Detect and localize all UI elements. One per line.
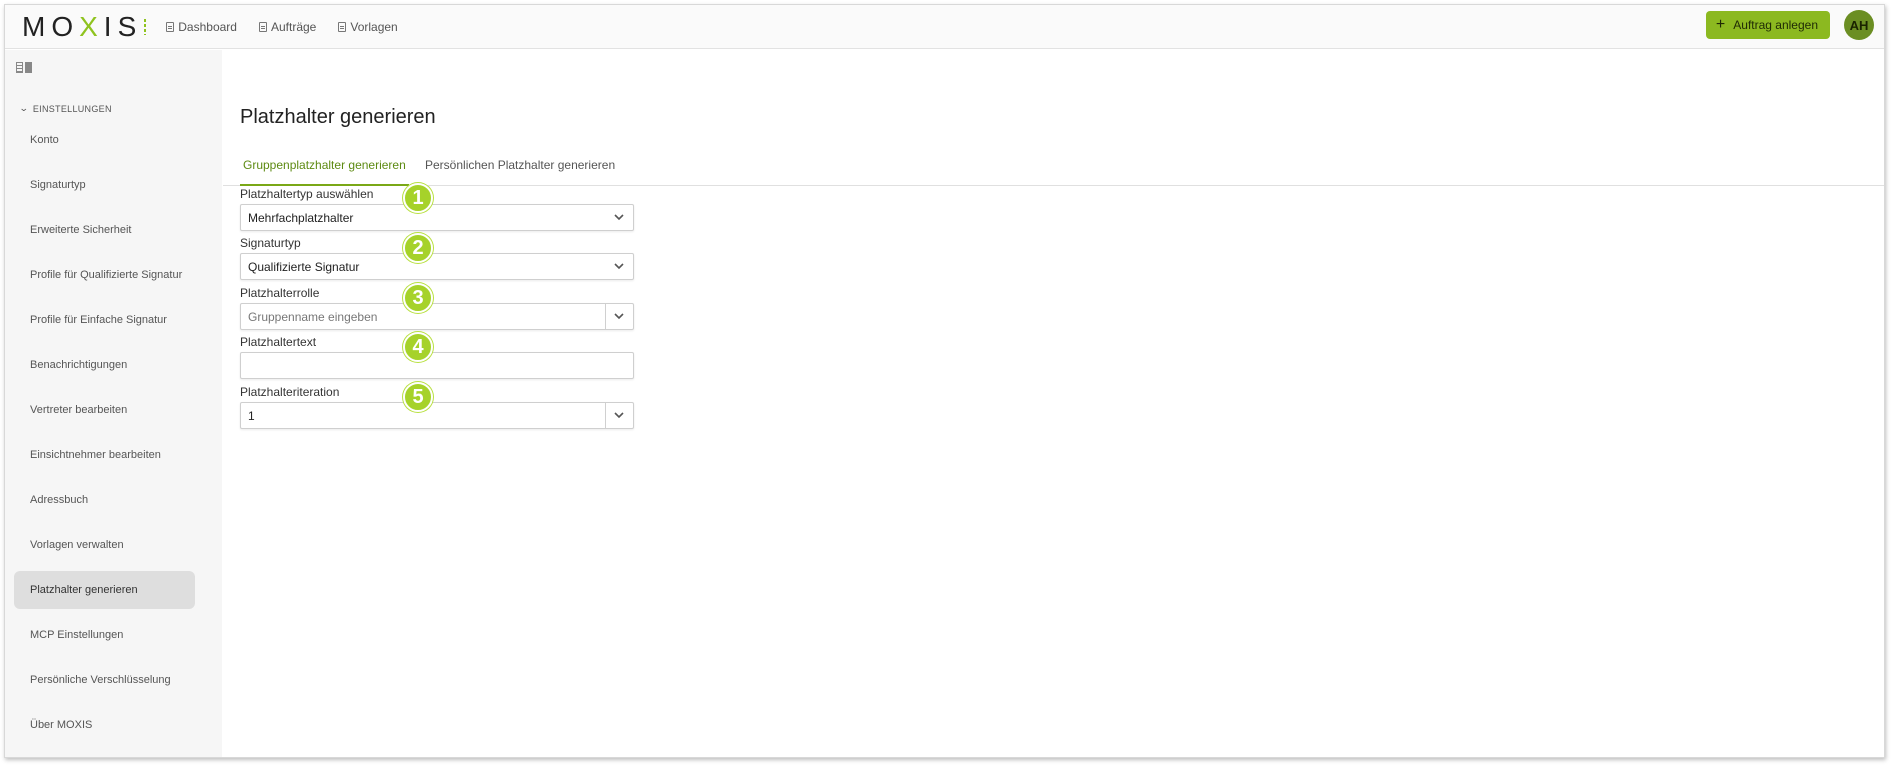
logo-text-start: MO [22,10,80,42]
placeholder-type-select[interactable]: Mehrfachplatzhalter [240,204,634,231]
chevron-down-icon[interactable] [613,310,625,322]
sidebar-item-mcp[interactable]: MCP Einstellungen [14,616,195,654]
document-icon [166,21,175,32]
sidebar-item-verschluesselung[interactable]: Persönliche Verschlüsselung [14,661,195,699]
nav-orders[interactable]: Aufträge [258,19,317,34]
main-nav: Dashboard Aufträge Vorlagen [166,20,419,34]
top-bar: MO X IS Dashboard Aufträge Vorlagen + Auft… [5,5,1884,49]
sidebar-item-platzhalter[interactable]: Platzhalter generieren [14,571,195,609]
annotation-marker-4: 4 [403,332,433,362]
document-icon [258,21,267,32]
page-title: Platzhalter generieren [240,106,436,128]
chevron-down-icon: ⌄ [18,103,30,113]
sidebar-item-adressbuch[interactable]: Adressbuch [14,481,195,519]
sidebar-item-profile-einfach[interactable]: Profile für Einfache Signatur [14,301,195,339]
tab-group-placeholder[interactable]: Gruppenplatzhalter generieren [240,144,409,186]
sidebar-item-konto[interactable]: Konto [14,121,195,159]
nav-dashboard-label: Dashboard [178,19,237,34]
combobox-divider [605,403,606,428]
sidebar-collapse-icon[interactable] [16,62,33,73]
settings-section-header[interactable]: ⌄ EINSTELLUNGEN [18,103,112,114]
annotation-marker-5: 5 [403,382,433,412]
placeholder-iteration-combobox[interactable]: 1 [240,402,634,429]
annotation-marker-2: 2 [403,233,433,263]
user-avatar[interactable]: AH [1844,10,1874,40]
combobox-divider [605,304,606,329]
sidebar-item-signaturtyp[interactable]: Signaturtyp [14,166,195,204]
nav-templates[interactable]: Vorlagen [338,19,398,34]
main-content: Platzhalter generieren Gruppenplatzhalte… [223,50,1884,757]
placeholder-text-input[interactable] [240,352,634,379]
chevron-down-icon [614,214,624,221]
placeholder-iteration-label: Platzhalteriteration [240,385,340,399]
placeholder-iteration-value: 1 [248,408,255,423]
signature-type-label: Signaturtyp [240,236,301,250]
sidebar-item-vertreter[interactable]: Vertreter bearbeiten [14,391,195,429]
signature-type-select[interactable]: Qualifizierte Signatur [240,253,634,280]
placeholder-type-label: Platzhaltertyp auswählen [240,187,374,201]
sidebar-item-erweiterte-sicherheit[interactable]: Erweiterte Sicherheit [14,211,195,249]
placeholder-type-value: Mehrfachplatzhalter [248,210,354,225]
placeholder-text-label: Platzhaltertext [240,335,317,349]
tab-bar: Gruppenplatzhalter generieren Persönlich… [223,144,1884,186]
logo-text-end: IS [103,10,143,42]
placeholder-role-placeholder: Gruppenname eingeben [248,309,378,324]
tab-personal-placeholder[interactable]: Persönlichen Platzhalter generieren [425,144,615,186]
chevron-down-icon [614,263,624,270]
app-window: MO X IS Dashboard Aufträge Vorlagen + Auft… [4,4,1885,758]
nav-templates-label: Vorlagen [350,19,398,34]
plus-icon: + [1715,16,1726,33]
sidebar-item-profile-qualifiziert[interactable]: Profile für Qualifizierte Signatur [14,256,195,294]
logo-x: X [79,10,104,42]
moxis-logo[interactable]: MO X IS [22,5,147,49]
logo-accent-bar [144,18,147,35]
sidebar-item-einsichtnehmer[interactable]: Einsichtnehmer bearbeiten [14,436,195,474]
new-order-button[interactable]: + Auftrag anlegen [1705,11,1830,39]
sidebar-item-vorlagen-verwalten[interactable]: Vorlagen verwalten [14,526,195,564]
annotation-marker-1: 1 [403,183,433,213]
annotation-marker-3: 3 [403,283,433,313]
placeholder-role-combobox[interactable]: Gruppenname eingeben [240,303,634,330]
document-icon [338,21,347,32]
new-order-label: Auftrag anlegen [1733,18,1818,32]
nav-orders-label: Aufträge [270,19,317,34]
sidebar-item-benachrichtigungen[interactable]: Benachrichtigungen [14,346,195,384]
nav-dashboard[interactable]: Dashboard [166,20,237,34]
settings-section-label: EINSTELLUNGEN [32,103,112,114]
placeholder-role-label: Platzhalterrolle [240,286,320,300]
settings-sidebar: ⌄ EINSTELLUNGEN Konto Signaturtyp Erweit… [5,50,222,757]
chevron-down-icon[interactable] [613,409,625,421]
sidebar-item-ueber[interactable]: Über MOXIS [14,706,195,744]
signature-type-value: Qualifizierte Signatur [248,259,360,274]
